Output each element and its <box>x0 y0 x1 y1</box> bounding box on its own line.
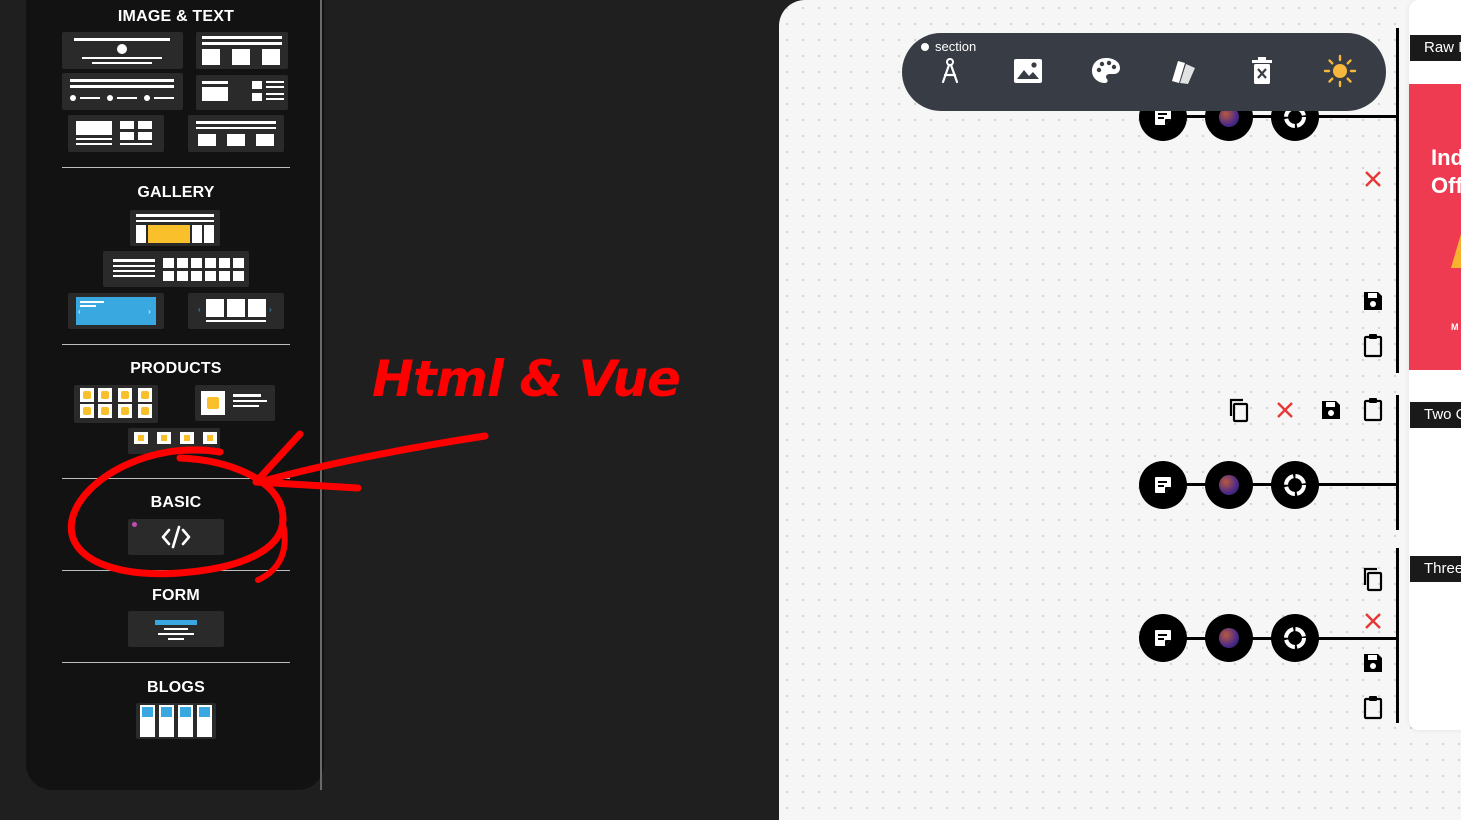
preview-hero-title-1: Ind <box>1431 145 1461 170</box>
close-icon <box>1365 171 1381 187</box>
clipboard-icon <box>1363 398 1383 422</box>
template-thumb-slider[interactable]: ‹ › <box>68 293 164 329</box>
background-image-button[interactable] <box>1010 53 1046 89</box>
sidebar-scrollbar[interactable] <box>320 0 322 790</box>
section-bracket <box>1396 395 1399 530</box>
delete-section-button[interactable] <box>1244 53 1280 89</box>
settings-node-button[interactable] <box>1271 461 1319 509</box>
divider <box>62 662 290 663</box>
section-title-image-text: IMAGE & TEXT <box>117 8 235 25</box>
divider <box>62 167 290 168</box>
template-thumb-three-cards[interactable] <box>196 32 288 69</box>
palette-icon <box>1092 58 1120 83</box>
section-title-products: PRODUCTS <box>130 360 222 377</box>
section-bracket <box>1396 548 1399 723</box>
template-thumb-columns[interactable] <box>188 115 284 152</box>
close-icon <box>1365 613 1381 629</box>
preview-hero-small: M <box>1451 322 1459 332</box>
remove-block-button[interactable] <box>1360 166 1386 192</box>
annotation-text: Html & Vue <box>372 350 681 408</box>
save-icon <box>1364 654 1382 672</box>
image-icon <box>1014 59 1042 83</box>
save-icon <box>1364 292 1382 310</box>
edit-text-node-button[interactable] <box>1139 614 1187 662</box>
color-node-button[interactable] <box>1205 614 1253 662</box>
copy-block-button[interactable] <box>1360 566 1386 592</box>
template-thumb-blog-cards[interactable] <box>136 703 216 739</box>
section-tag-label: section <box>935 39 977 54</box>
block-label-three[interactable]: Three <box>1410 556 1461 582</box>
section-dot <box>921 43 929 51</box>
template-thumb-gallery-featured[interactable] <box>130 210 220 246</box>
block-label-raw[interactable]: Raw I <box>1410 35 1461 61</box>
colors-button[interactable] <box>1088 53 1124 89</box>
save-block-button[interactable] <box>1360 650 1386 676</box>
section-title-blogs: BLOGS <box>147 679 205 696</box>
template-thumb-product-grid[interactable] <box>74 385 158 423</box>
template-thumb-features-row[interactable] <box>62 73 183 110</box>
clipboard-icon <box>1363 696 1383 720</box>
preview-hero-title-2: Off <box>1431 173 1461 198</box>
edit-text-node-button[interactable] <box>1139 461 1187 509</box>
copy-icon <box>1229 398 1249 423</box>
template-thumb-image-grid[interactable] <box>68 115 164 152</box>
section-title-gallery: GALLERY <box>137 184 215 201</box>
template-thumb-gallery-grid[interactable] <box>103 251 249 287</box>
paste-block-button[interactable] <box>1360 396 1386 422</box>
remove-block-button[interactable] <box>1360 608 1386 634</box>
note-icon <box>1155 477 1171 493</box>
gradient-orb-icon <box>1219 475 1239 495</box>
gradient-orb-icon <box>1219 628 1239 648</box>
color-node-button[interactable] <box>1205 461 1253 509</box>
copy-block-button[interactable] <box>1226 397 1252 423</box>
template-thumb-product-detail[interactable] <box>195 385 275 421</box>
compass-icon <box>941 58 959 84</box>
clipboard-icon <box>1363 334 1383 358</box>
paste-block-button[interactable] <box>1360 332 1386 358</box>
preview-illustration <box>1451 234 1461 268</box>
block-label-two-columns[interactable]: Two C <box>1410 402 1461 428</box>
paste-block-button[interactable] <box>1360 694 1386 720</box>
editor-canvas[interactable] <box>779 0 1461 820</box>
template-thumb-carousel[interactable]: ‹ › <box>188 293 284 329</box>
template-thumb-image-list[interactable] <box>196 75 288 110</box>
save-icon <box>1322 401 1340 419</box>
section-bracket <box>1396 28 1399 373</box>
sun-icon <box>1323 54 1357 88</box>
annotation-circle-arrow <box>67 430 489 583</box>
save-block-button[interactable] <box>1360 288 1386 314</box>
template-thumb-form[interactable] <box>128 611 224 647</box>
settings-node-button[interactable] <box>1271 614 1319 662</box>
structure-button[interactable] <box>932 53 968 89</box>
copy-icon <box>1363 567 1383 592</box>
light-mode-button[interactable] <box>1322 53 1358 89</box>
theme-swatches-button[interactable] <box>1166 53 1202 89</box>
section-toolbar: section <box>902 33 1386 111</box>
close-icon <box>1277 402 1293 418</box>
preview-hero: Ind Off M <box>1409 84 1461 370</box>
divider <box>62 344 290 345</box>
remove-block-button[interactable] <box>1272 397 1298 423</box>
note-icon <box>1155 630 1171 646</box>
swatches-icon <box>1172 61 1195 84</box>
loader-ring-icon <box>1284 627 1306 649</box>
loader-ring-icon <box>1284 474 1306 496</box>
delete-icon <box>1252 57 1272 84</box>
save-block-button[interactable] <box>1318 397 1344 423</box>
template-thumb-hero-centered[interactable] <box>62 32 183 69</box>
